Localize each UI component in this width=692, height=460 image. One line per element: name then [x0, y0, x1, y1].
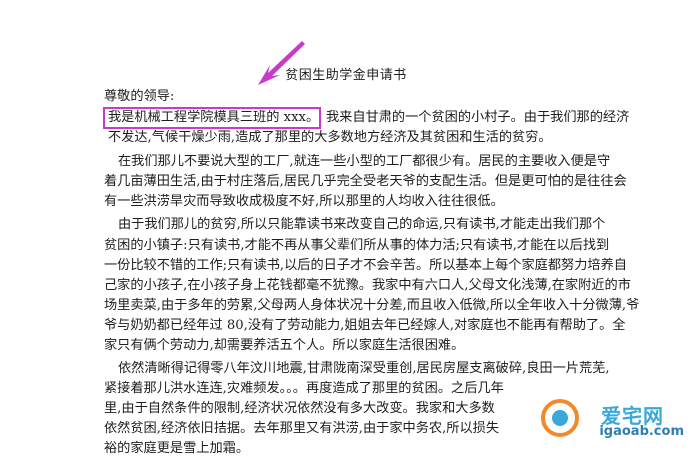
- paragraph-line: 在我们那儿不要说大型的工厂,就连一些小型的工厂都很少有。居民的主要收入便是守: [118, 154, 611, 169]
- paragraph-line: 己家的小孩子,在小孩子身上花钱都毫不犹豫。我家中有六口人,父母文化浅薄,在家附近…: [104, 278, 631, 293]
- salutation: 尊敬的领导:: [104, 89, 175, 104]
- paragraph-line: 依然清晰得记得零八年汶川地震,甘肃陇南深受重创,居民房屋支离破碎,良田一片荒芜,: [118, 361, 610, 376]
- paragraph-line: 由于我们那儿的贫穷,所以只能靠读书来改变自己的命运,只有读书,才能走出我们那个: [118, 217, 606, 232]
- paragraph-line: 里,由于自然条件的限制,经济状况依然没有多大改变。我家和大多数: [104, 401, 495, 416]
- paragraph-line: 裕的家庭更是雪上加霜。: [104, 441, 250, 456]
- paragraph-line: 不发达,气候干燥少雨,造成了那里的大多数地方经济及其贫困和生活的贫穷。: [108, 130, 552, 145]
- paragraph-line: 依然贫困,经济依旧拮据。去年那里又有洪涝,由于家中务农,所以损失: [104, 421, 500, 436]
- paragraph-line: 一份比较不错的工作;只有读书,以后的日子才不会辛苦。所以基本上每个家庭都努力培养…: [104, 258, 627, 273]
- watermark-logo-icon: [541, 399, 579, 437]
- watermark-url: igaoab.com: [599, 423, 684, 439]
- paragraph-line: 爷与奶奶都已经年过 80,没有了劳动能力,姐姐去年已经嫁人,对家庭也不能再有帮助…: [104, 318, 626, 333]
- document-title: 贫困生助学金申请书: [285, 68, 407, 83]
- paragraph-line: 场里卖菜,由于多年的劳累,父母两人身体状况十分差,而且收入低微,所以全年收入十分…: [104, 298, 640, 313]
- paragraph-line: 家只有俩个劳动力,却需要养活五个人。所以家庭生活很困难。: [104, 338, 465, 353]
- highlighted-text: 我是机械工程学院模具三班的 xxx。: [108, 110, 320, 125]
- paragraph-line: 着几亩薄田生活,由于村庄落后,居民几乎完全受老天爷的支配生活。但是更可怕的是往往…: [104, 174, 627, 189]
- paragraph-line: 贫困的小镇子:只有读书,才能不再从事父辈们所从事的体力活;只有读书,才能在以后找…: [104, 238, 610, 253]
- paragraph-line: 我来自甘肃的一个贫困的小村子。由于我们那的经济: [326, 110, 630, 125]
- paragraph-line: 有一些洪涝旱灾而导致收成极度不好,所以那里的人均收入往往很低。: [104, 194, 504, 209]
- document-page: 贫困生助学金申请书 尊敬的领导: 我是机械工程学院模具三班的 xxx。 我来自甘…: [0, 0, 692, 456]
- watermark: 爱宅网 igaoab.com: [537, 366, 692, 446]
- paragraph-line: 紧接着那儿洪水连连,灾难频发。。。再度造成了那里的贫困。之后几年: [104, 381, 504, 396]
